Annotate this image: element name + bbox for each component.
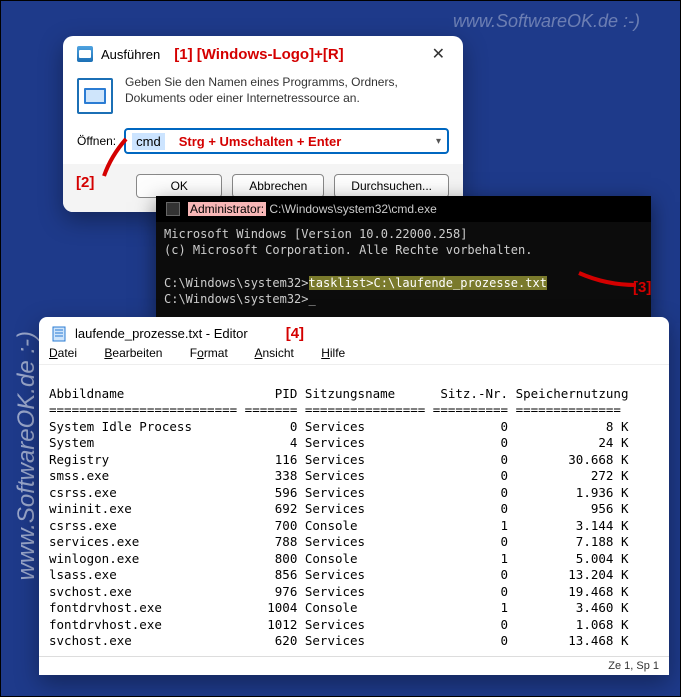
- run-icon: [77, 46, 93, 62]
- run-dialog-title: Ausführen: [101, 47, 160, 62]
- menu-ansicht[interactable]: Ansicht: [254, 346, 305, 360]
- cmd-icon: [166, 202, 180, 216]
- open-hint: Strg + Umschalten + Enter: [179, 134, 342, 149]
- annotation-1: [1] [Windows-Logo]+[R]: [174, 46, 343, 63]
- cancel-button[interactable]: Abbrechen: [232, 174, 324, 198]
- browse-button[interactable]: Durchsuchen...: [334, 174, 449, 198]
- run-big-icon: [77, 78, 113, 114]
- cmd-window: Administrator: C:\Windows\system32\cmd.e…: [156, 196, 651, 317]
- annotation-3: [3]: [633, 279, 651, 296]
- menu-hilfe[interactable]: Hilfe: [321, 346, 357, 360]
- notepad-window: laufende_prozesse.txt - Editor [4] Datei…: [39, 317, 669, 675]
- notepad-menubar: Datei Bearbeiten Format Ansicht Hilfe: [39, 346, 669, 364]
- chevron-down-icon[interactable]: ▾: [436, 136, 441, 147]
- menu-datei[interactable]: Datei: [49, 346, 89, 360]
- run-description: Geben Sie den Namen eines Programms, Ord…: [125, 74, 449, 114]
- menu-format[interactable]: Format: [190, 346, 240, 360]
- watermark: www.SoftwareOK.de :-): [13, 331, 41, 580]
- annotation-4: [4]: [286, 325, 304, 342]
- notepad-title: laufende_prozesse.txt - Editor: [75, 326, 248, 341]
- close-icon[interactable]: ✕: [424, 44, 453, 64]
- notepad-icon: [51, 326, 67, 342]
- watermark: www.SoftwareOK.de :-): [453, 11, 640, 32]
- arrow-icon: [571, 263, 641, 293]
- arrow-icon: [96, 131, 136, 181]
- cmd-title-path: C:\Windows\system32\cmd.exe: [266, 202, 437, 216]
- cmd-admin-label: Administrator:: [188, 202, 266, 216]
- menu-bearbeiten[interactable]: Bearbeiten: [104, 346, 174, 360]
- run-dialog: Ausführen [1] [Windows-Logo]+[R] ✕ Geben…: [63, 36, 463, 212]
- annotation-2: [2]: [76, 174, 94, 191]
- open-value: cmd: [132, 133, 165, 150]
- notepad-content[interactable]: Abbildname PID Sitzungsname Sitz.-Nr. Sp…: [39, 364, 669, 656]
- notepad-statusbar: Ze 1, Sp 1: [39, 656, 669, 675]
- ok-button[interactable]: OK: [136, 174, 222, 198]
- cmd-titlebar: Administrator: C:\Windows\system32\cmd.e…: [156, 196, 651, 222]
- open-combobox[interactable]: cmd Strg + Umschalten + Enter ▾: [124, 128, 449, 154]
